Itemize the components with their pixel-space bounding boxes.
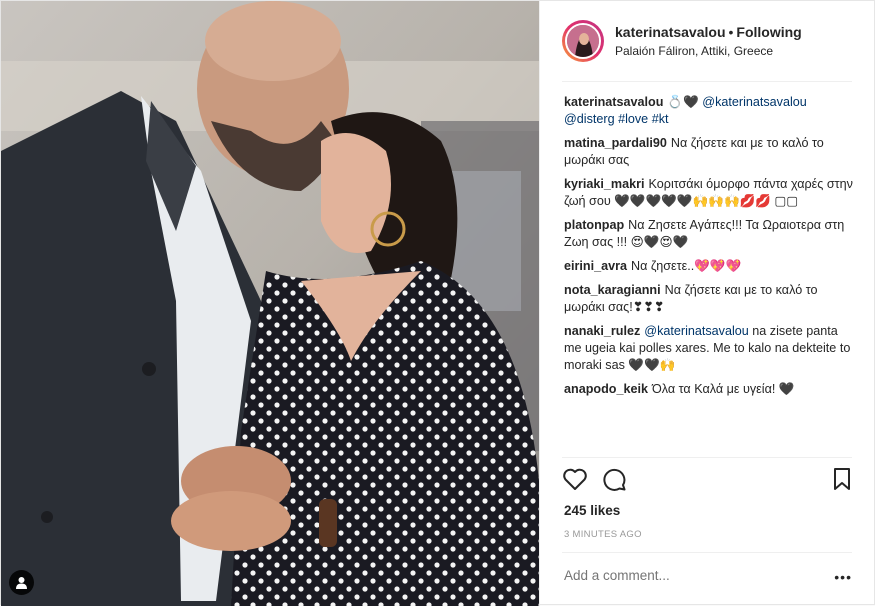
follow-separator: • [728,24,734,40]
comment-text: Όλα τα Καλά με υγεία! 🖤 [652,382,795,396]
comment-item: anapodo_keik Όλα τα Καλά με υγεία! 🖤 [564,381,854,398]
comment-item: eirini_avra Να ζησετε..💖💖💖 [564,258,854,275]
divider [562,457,852,458]
divider [562,81,852,82]
comment-username[interactable]: nota_karagianni [564,283,661,297]
comment-username[interactable]: eirini_avra [564,259,627,273]
following-button[interactable]: Following [736,24,801,40]
post-sidebar: katerinatsavalou • Following Palaión Fálir… [539,1,875,606]
photo-illustration [1,1,539,606]
comment-username[interactable]: platonpap [564,218,624,232]
caption: katerinatsavalou 💍🖤 @katerinatsavalou @di… [564,94,854,128]
comment-item: matina_pardali90 Να ζήσετε και με το καλό… [564,135,854,169]
comment-username[interactable]: kyriaki_makri [564,177,645,191]
heart-icon[interactable] [562,467,588,496]
comment-text: Να ζησετε..💖💖💖 [631,259,742,273]
comment-username[interactable]: anapodo_keik [564,382,648,396]
post-photo[interactable] [1,1,539,606]
comment-mention[interactable]: @katerinatsavalou [644,324,749,338]
bookmark-icon[interactable] [832,467,852,496]
add-comment-input[interactable] [564,568,814,583]
caption-mention[interactable]: @katerinatsavalou [702,95,807,109]
caption-hashtags[interactable]: @disterg #love #kt [564,112,669,126]
comment-username[interactable]: nanaki_rulez [564,324,640,338]
comment-item: kyriaki_makri Κοριτσάκι όμορφο πάντα χαρέ… [564,176,854,210]
post-header: katerinatsavalou • Following Palaión Fálir… [540,1,875,81]
comment-icon[interactable] [602,467,628,496]
post-modal: katerinatsavalou • Following Palaión Fálir… [0,0,875,606]
caption-username[interactable]: katerinatsavalou [564,95,663,109]
caption-emoji: 💍🖤 [667,95,699,109]
comment-item: nanaki_rulez @katerinatsavalou na zisete … [564,323,854,374]
divider [562,552,852,553]
comment-item: nota_karagianni Να ζήσετε και με το καλό … [564,282,854,316]
post-timestamp[interactable]: 3 MINUTES AGO [564,529,642,540]
comments-list: katerinatsavalou 💍🖤 @katerinatsavalou @di… [564,94,854,405]
avatar[interactable] [562,20,604,62]
post-username[interactable]: katerinatsavalou [615,24,726,40]
user-tag-icon[interactable] [9,570,34,595]
action-bar [562,467,852,497]
post-location[interactable]: Palaión Fáliron, Attiki, Greece [615,43,802,59]
comment-username[interactable]: matina_pardali90 [564,136,667,150]
more-options-button[interactable]: ••• [834,569,852,585]
likes-count[interactable]: 245 likes [564,503,620,518]
comment-item: platonpap Να Ζησετε Αγάπες!!! Τα Ωραιοτερ… [564,217,854,251]
